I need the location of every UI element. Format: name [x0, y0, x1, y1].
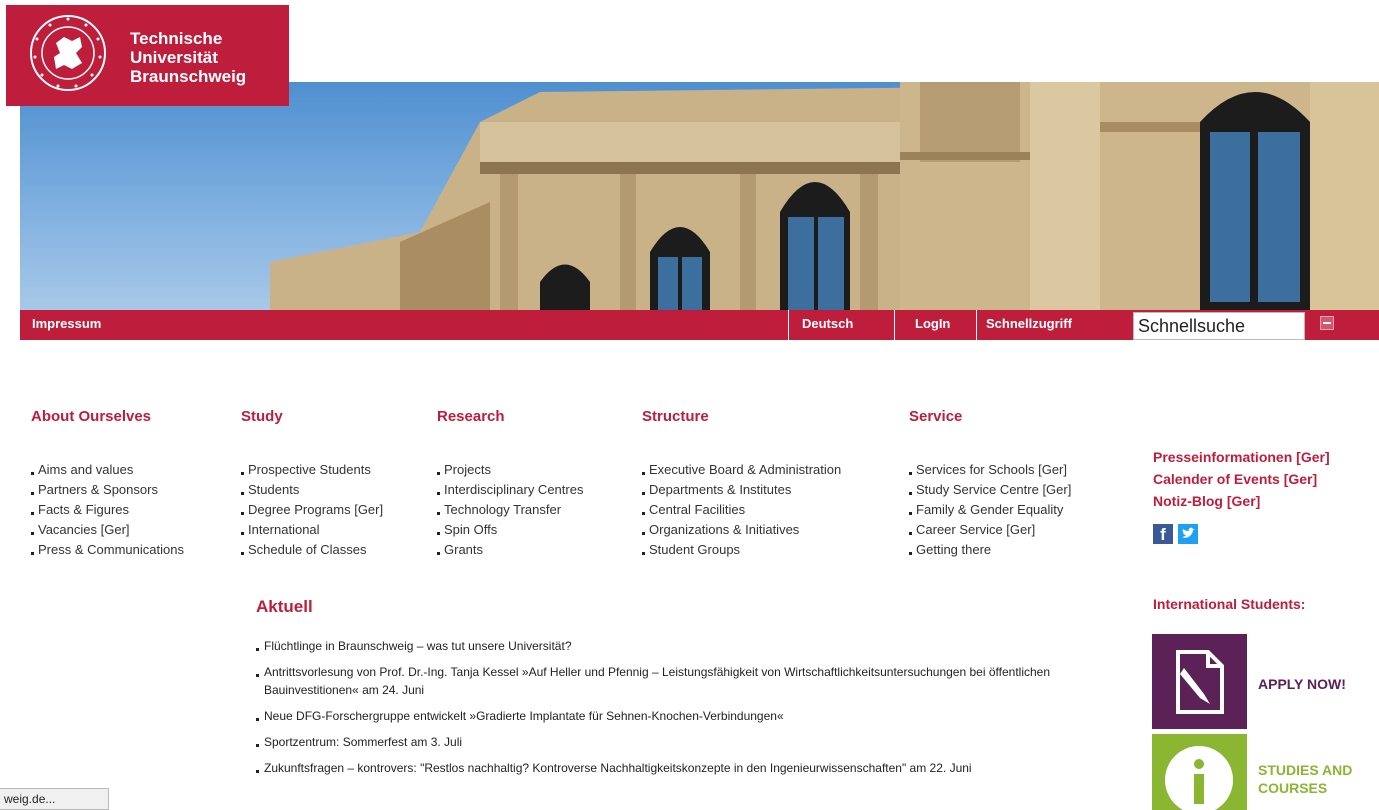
nav-item[interactable]: Career Service [Ger]	[909, 520, 1071, 540]
nav-column-service: Service Services for Schools [Ger] Study…	[909, 408, 1071, 560]
top-navigation-bar: Impressum Deutsch LogIn Schnellzugriff	[20, 310, 1379, 340]
info-icon	[1165, 746, 1233, 810]
nav-item[interactable]: Vacancies [Ger]	[31, 520, 184, 540]
arrow-icon	[1323, 322, 1331, 324]
logo-text-line1: Technische	[130, 29, 223, 48]
browser-status-bar: weig.de...	[0, 788, 109, 810]
apply-now-link[interactable]: APPLY NOW!	[1258, 676, 1346, 692]
nav-item[interactable]: Student Groups	[642, 540, 841, 560]
language-deutsch-link[interactable]: Deutsch	[802, 310, 853, 340]
document-pen-icon	[1176, 650, 1224, 714]
nav-item[interactable]: Press & Communications	[31, 540, 184, 560]
nav-item[interactable]: Students	[241, 480, 383, 500]
news-heading: Aktuell	[256, 597, 313, 616]
nav-column-study: Study Prospective Students Students Degr…	[241, 408, 383, 560]
university-building-image	[270, 82, 1379, 310]
nav-item[interactable]: Executive Board & Administration	[642, 460, 841, 480]
news-item[interactable]: Flüchtlinge in Braunschweig – was tut un…	[256, 637, 1096, 655]
news-list: Flüchtlinge in Braunschweig – was tut un…	[256, 637, 1096, 785]
nav-item[interactable]: Family & Gender Equality	[909, 500, 1071, 520]
divider	[976, 310, 977, 340]
nav-item[interactable]: Schedule of Classes	[241, 540, 383, 560]
impressum-link[interactable]: Impressum	[32, 310, 101, 340]
apply-now-tile[interactable]	[1152, 634, 1247, 729]
nav-item[interactable]: Spin Offs	[437, 520, 583, 540]
nav-item[interactable]: Interdisciplinary Centres	[437, 480, 583, 500]
nav-item[interactable]: Organizations & Initiatives	[642, 520, 841, 540]
nav-item[interactable]: Study Service Centre [Ger]	[909, 480, 1071, 500]
login-link[interactable]: LogIn	[915, 310, 950, 340]
news-item[interactable]: Antrittsvorlesung von Prof. Dr.-Ing. Tan…	[256, 663, 1096, 699]
nav-heading-about[interactable]: About Ourselves	[31, 408, 184, 428]
events-calendar-link[interactable]: Calender of Events [Ger]	[1153, 471, 1317, 487]
nav-item[interactable]: Services for Schools [Ger]	[909, 460, 1071, 480]
quick-search-input[interactable]	[1133, 312, 1305, 340]
news-item[interactable]: Zukunftsfragen – kontrovers: "Restlos na…	[256, 759, 1096, 777]
nav-item[interactable]: Aims and values	[31, 460, 184, 480]
nav-item[interactable]: Projects	[437, 460, 583, 480]
nav-heading-service[interactable]: Service	[909, 408, 1071, 428]
notiz-blog-link[interactable]: Notiz-Blog [Ger]	[1153, 493, 1260, 509]
nav-column-structure: Structure Executive Board & Administrati…	[642, 408, 841, 560]
nav-item[interactable]: Central Facilities	[642, 500, 841, 520]
studies-courses-tile[interactable]	[1152, 734, 1247, 810]
nav-item[interactable]: Degree Programs [Ger]	[241, 500, 383, 520]
nav-heading-research[interactable]: Research	[437, 408, 583, 428]
nav-heading-structure[interactable]: Structure	[642, 408, 841, 428]
nav-heading-study[interactable]: Study	[241, 408, 383, 428]
news-item[interactable]: Sportzentrum: Sommerfest am 3. Juli	[256, 733, 1096, 751]
nav-item[interactable]: International	[241, 520, 383, 540]
hero-banner	[20, 82, 1379, 310]
nav-item[interactable]: Getting there	[909, 540, 1071, 560]
international-students-heading: International Students:	[1153, 596, 1306, 612]
divider	[788, 310, 789, 340]
university-seal-icon	[30, 15, 106, 91]
studies-courses-link[interactable]: STUDIES AND	[1258, 762, 1352, 778]
nav-column-about: About Ourselves Aims and values Partners…	[31, 408, 184, 560]
nav-item[interactable]: Grants	[437, 540, 583, 560]
facebook-icon[interactable]: f	[1153, 524, 1173, 544]
news-item[interactable]: Neue DFG-Forschergruppe entwickelt »Grad…	[256, 707, 1096, 725]
search-submit-button[interactable]	[1320, 316, 1334, 330]
schnellzugriff-link[interactable]: Schnellzugriff	[986, 310, 1072, 340]
studies-courses-link-line2[interactable]: COURSES	[1258, 780, 1327, 796]
logo-text-line2: Universität	[130, 48, 218, 67]
logo-text-line3: Braunschweig	[130, 67, 247, 86]
nav-item[interactable]: Facts & Figures	[31, 500, 184, 520]
university-logo[interactable]: Technische Universität Braunschweig	[6, 5, 289, 106]
nav-item[interactable]: Prospective Students	[241, 460, 383, 480]
nav-column-research: Research Projects Interdisciplinary Cent…	[437, 408, 583, 560]
nav-item[interactable]: Technology Transfer	[437, 500, 583, 520]
nav-item[interactable]: Departments & Institutes	[642, 480, 841, 500]
divider	[894, 310, 895, 340]
twitter-icon[interactable]	[1178, 524, 1198, 544]
press-info-link[interactable]: Presseinformationen [Ger]	[1153, 449, 1330, 465]
nav-item[interactable]: Partners & Sponsors	[31, 480, 184, 500]
